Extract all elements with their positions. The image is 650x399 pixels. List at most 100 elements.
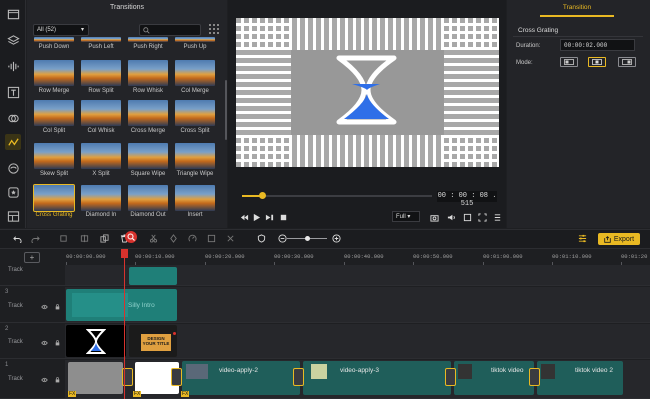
next-frame-icon[interactable] (264, 212, 274, 222)
transition-thumbnail[interactable] (34, 60, 74, 86)
eye-icon[interactable] (41, 377, 48, 383)
prev-frame-icon[interactable] (239, 212, 249, 222)
marker-icon[interactable] (168, 233, 178, 243)
redo-icon[interactable] (30, 233, 40, 243)
audio-icon[interactable] (5, 58, 21, 74)
mode-right-button[interactable] (618, 57, 636, 67)
templates-icon[interactable] (5, 208, 21, 224)
tab-transition[interactable]: Transition (547, 4, 607, 11)
transitions-icon[interactable] (5, 134, 21, 150)
quality-select[interactable]: Full ▾ (392, 211, 420, 222)
transition-marker[interactable] (171, 368, 182, 386)
transition-label[interactable]: Push Right (123, 44, 173, 50)
layers-icon[interactable] (5, 32, 21, 48)
stop-icon[interactable] (278, 212, 288, 222)
zoom-to-playhead-icon[interactable] (125, 231, 137, 243)
export-button[interactable]: Export (598, 233, 640, 245)
video-clip[interactable]: tiktok video (454, 361, 534, 395)
transition-thumbnail[interactable] (81, 100, 121, 126)
transition-label[interactable]: X Split (76, 171, 126, 177)
transition-thumbnail[interactable] (81, 60, 121, 86)
transition-thumbnail-selected[interactable] (33, 184, 75, 212)
cut-icon[interactable] (148, 233, 158, 243)
grid-view-icon[interactable] (209, 24, 220, 35)
eye-icon[interactable] (41, 340, 48, 346)
effect-clip[interactable] (129, 267, 177, 285)
transition-label[interactable]: Row Merge (29, 88, 79, 94)
playhead-handle[interactable] (121, 249, 128, 258)
text-icon[interactable] (5, 84, 21, 100)
transition-thumbnail[interactable] (81, 37, 121, 42)
transition-label[interactable]: Cross Split (170, 128, 220, 134)
video-clip[interactable]: tiktok video 2 (537, 361, 623, 395)
panel-scrollbar[interactable] (225, 80, 227, 140)
add-track-button[interactable]: + (24, 252, 40, 263)
transition-thumbnail[interactable] (175, 100, 215, 126)
stickers-icon[interactable] (5, 184, 21, 200)
transition-thumbnail[interactable] (175, 60, 215, 86)
effects-icon[interactable] (5, 160, 21, 176)
transition-thumbnail[interactable] (34, 143, 74, 169)
snapshot-icon[interactable] (429, 212, 439, 222)
transition-label[interactable]: Triangle Wipe (170, 171, 220, 177)
zoom-in-icon[interactable] (331, 233, 341, 243)
transition-marker[interactable] (445, 368, 456, 386)
lock-icon[interactable] (54, 304, 61, 310)
transition-label[interactable]: Push Up (170, 44, 220, 50)
transition-label[interactable]: Square Wipe (123, 171, 173, 177)
transition-label[interactable]: Row Whisk (123, 88, 173, 94)
transition-label-selected[interactable]: Cross Grating (29, 212, 79, 218)
transition-thumbnail[interactable] (175, 143, 215, 169)
settings-icon[interactable] (492, 212, 502, 222)
transition-label[interactable]: Skew Split (29, 171, 79, 177)
transition-label[interactable]: Diamond Out (123, 212, 173, 218)
media-icon[interactable] (5, 6, 21, 22)
transition-label[interactable]: Col Merge (170, 88, 220, 94)
transition-thumbnail[interactable] (128, 143, 168, 169)
mode-left-button[interactable] (560, 57, 578, 67)
transition-thumbnail[interactable] (128, 100, 168, 126)
audio-mixer-icon[interactable] (577, 233, 587, 243)
transition-thumbnail[interactable] (128, 37, 168, 42)
gray-clip[interactable] (68, 362, 123, 394)
zoom-out-icon[interactable] (277, 233, 287, 243)
title-clip[interactable]: DESIGN YOUR TITLE (129, 325, 177, 357)
copy-icon[interactable] (99, 233, 109, 243)
progress-handle[interactable] (259, 192, 266, 199)
undo-icon[interactable] (12, 233, 22, 243)
duration-field[interactable]: 00:00:02.000 (560, 39, 635, 51)
volume-icon[interactable] (446, 212, 456, 222)
transition-thumbnail[interactable] (128, 185, 168, 211)
filters-icon[interactable] (5, 110, 21, 126)
progress-track[interactable] (242, 195, 432, 197)
transition-thumbnail[interactable] (175, 37, 215, 42)
video-clip[interactable]: video-apply-3 (303, 361, 451, 395)
transition-label[interactable]: Col Split (29, 128, 79, 134)
transition-label[interactable]: Diamond In (76, 212, 126, 218)
crop-icon[interactable] (58, 233, 68, 243)
expand-icon[interactable] (462, 212, 472, 222)
zoom-slider-handle[interactable] (305, 236, 310, 241)
transition-label[interactable]: Cross Merge (123, 128, 173, 134)
transition-label[interactable]: Push Left (76, 44, 126, 50)
eye-icon[interactable] (41, 304, 48, 310)
transition-thumbnail[interactable] (34, 100, 74, 126)
transition-thumbnail[interactable] (175, 185, 215, 211)
transition-thumbnail[interactable] (81, 143, 121, 169)
hourglass-clip[interactable] (66, 325, 126, 357)
transition-label[interactable]: Insert (170, 212, 220, 218)
detach-icon[interactable] (225, 233, 235, 243)
fullscreen-icon[interactable] (477, 212, 487, 222)
play-icon[interactable] (251, 212, 261, 222)
transition-thumbnail[interactable] (81, 185, 121, 211)
transition-label[interactable]: Col Whisk (76, 128, 126, 134)
transition-label[interactable]: Row Split (76, 88, 126, 94)
split-icon[interactable] (79, 233, 89, 243)
transition-marker[interactable] (529, 368, 540, 386)
freeze-icon[interactable] (206, 233, 216, 243)
shield-icon[interactable] (256, 233, 266, 243)
search-input[interactable] (139, 24, 201, 36)
lock-icon[interactable] (54, 377, 61, 383)
category-filter[interactable]: All (52) ▾ (33, 24, 89, 36)
mode-center-button[interactable] (588, 57, 606, 67)
